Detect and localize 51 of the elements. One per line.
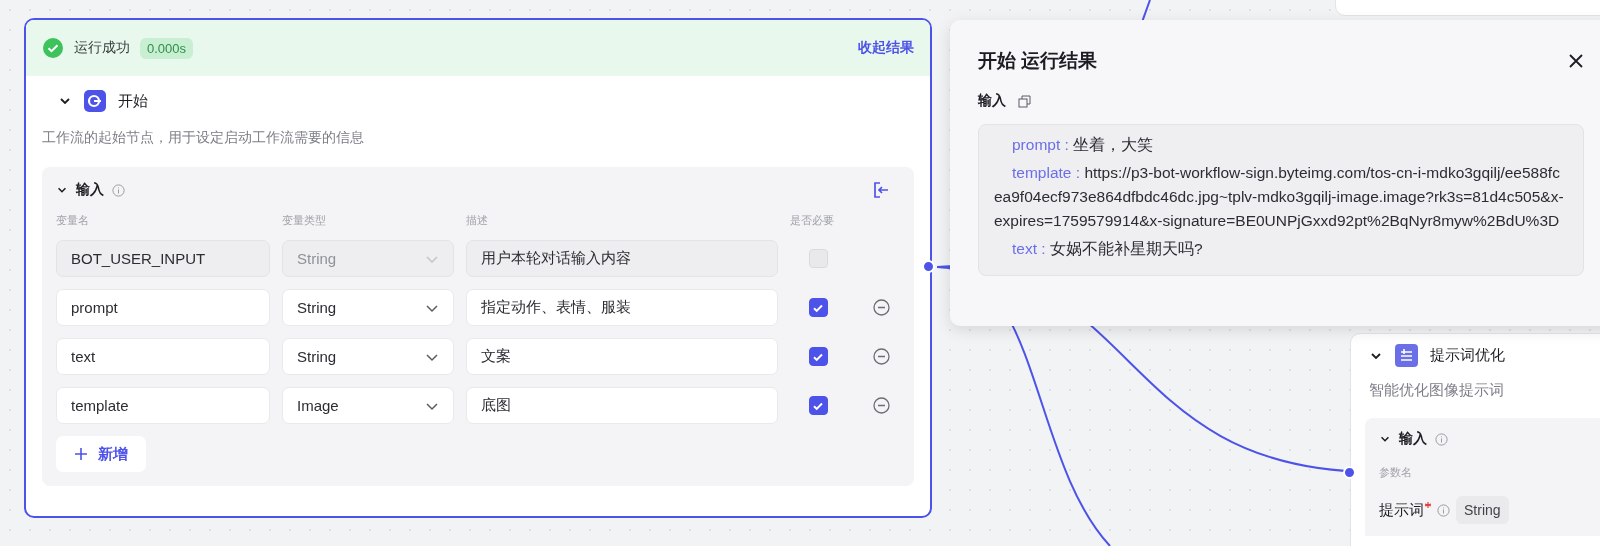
- copy-icon[interactable]: [1018, 94, 1031, 108]
- description-field[interactable]: 底图: [466, 387, 778, 424]
- prompt-node-card[interactable]: 提示词优化 智能优化图像提示词 输入 参数名 提示词 String: [1350, 333, 1600, 546]
- required-checkbox[interactable]: [808, 396, 828, 415]
- type-select[interactable]: String: [282, 289, 454, 326]
- close-button[interactable]: [1568, 53, 1584, 69]
- type-select[interactable]: Image: [282, 387, 454, 424]
- required-checkbox[interactable]: [808, 298, 828, 317]
- node-title: 开始: [118, 91, 148, 111]
- info-icon: [112, 183, 125, 197]
- section-title: 输入: [1399, 430, 1427, 448]
- add-button[interactable]: 新增: [56, 436, 146, 472]
- info-icon: [1437, 503, 1450, 517]
- column-header: 描述: [466, 213, 489, 228]
- type-select: String: [282, 240, 454, 277]
- list-node-icon: [1395, 344, 1418, 367]
- description-field[interactable]: 指定动作、表情、服装: [466, 289, 778, 326]
- type-tag: String: [1456, 496, 1509, 524]
- type-select[interactable]: String: [282, 338, 454, 375]
- check-circle-icon: [42, 37, 64, 59]
- variable-name-field[interactable]: prompt: [56, 289, 270, 326]
- node-description: 智能优化图像提示词: [1369, 381, 1504, 398]
- panel-title: 开始 运行结果: [978, 49, 1098, 73]
- column-header: 参数名: [1379, 466, 1412, 478]
- import-icon[interactable]: [872, 181, 890, 199]
- run-status-text: 运行成功: [74, 39, 130, 57]
- parameter-name: 提示词: [1379, 500, 1424, 520]
- remove-icon[interactable]: [872, 348, 890, 365]
- variable-name-field[interactable]: template: [56, 387, 270, 424]
- info-icon: [1435, 432, 1448, 446]
- required-checkbox[interactable]: [808, 347, 828, 366]
- column-header: 变量类型: [282, 213, 327, 228]
- result-entry: text : 女娲不能补星期天吗?: [1011, 239, 1204, 259]
- variable-name-field[interactable]: text: [56, 338, 270, 375]
- section-title: 输入: [76, 181, 104, 199]
- column-header: 变量名: [56, 213, 90, 228]
- node-title: 提示词优化: [1430, 346, 1505, 365]
- remove-icon[interactable]: [872, 299, 890, 316]
- description-field[interactable]: 文案: [466, 338, 778, 375]
- section-title: 输入: [978, 92, 1006, 110]
- node-description: 工作流的起始节点，用于设定启动工作流需要的信息: [42, 129, 364, 145]
- result-entry: template : https://p3-bot-workflow-sign.byteimg.com/tos-cn-i-mdko3gqilj/ee588fcea9f04ecf973e864dfbdc46dc.jpg~tplv-mdko3gqilj-image.image?rk3s=81d4c505&x-expires=1759579914&x-signature=BE0UNPjGxxd92pt%2BqNyr8myw%2BdU%3D: [994, 163, 1565, 231]
- variable-name-field: BOT_USER_INPUT: [56, 240, 270, 277]
- description-field: 用户本轮对话输入内容: [466, 240, 778, 277]
- start-node-icon: [84, 90, 106, 112]
- plus-icon: [74, 447, 88, 461]
- remove-icon[interactable]: [872, 397, 890, 414]
- collapse-results-link[interactable]: 收起结果: [858, 39, 914, 57]
- column-header: 是否必要: [790, 213, 835, 228]
- run-time-badge: 0.000s: [140, 37, 194, 59]
- result-entry: prompt : 坐着，大笑: [1011, 135, 1155, 155]
